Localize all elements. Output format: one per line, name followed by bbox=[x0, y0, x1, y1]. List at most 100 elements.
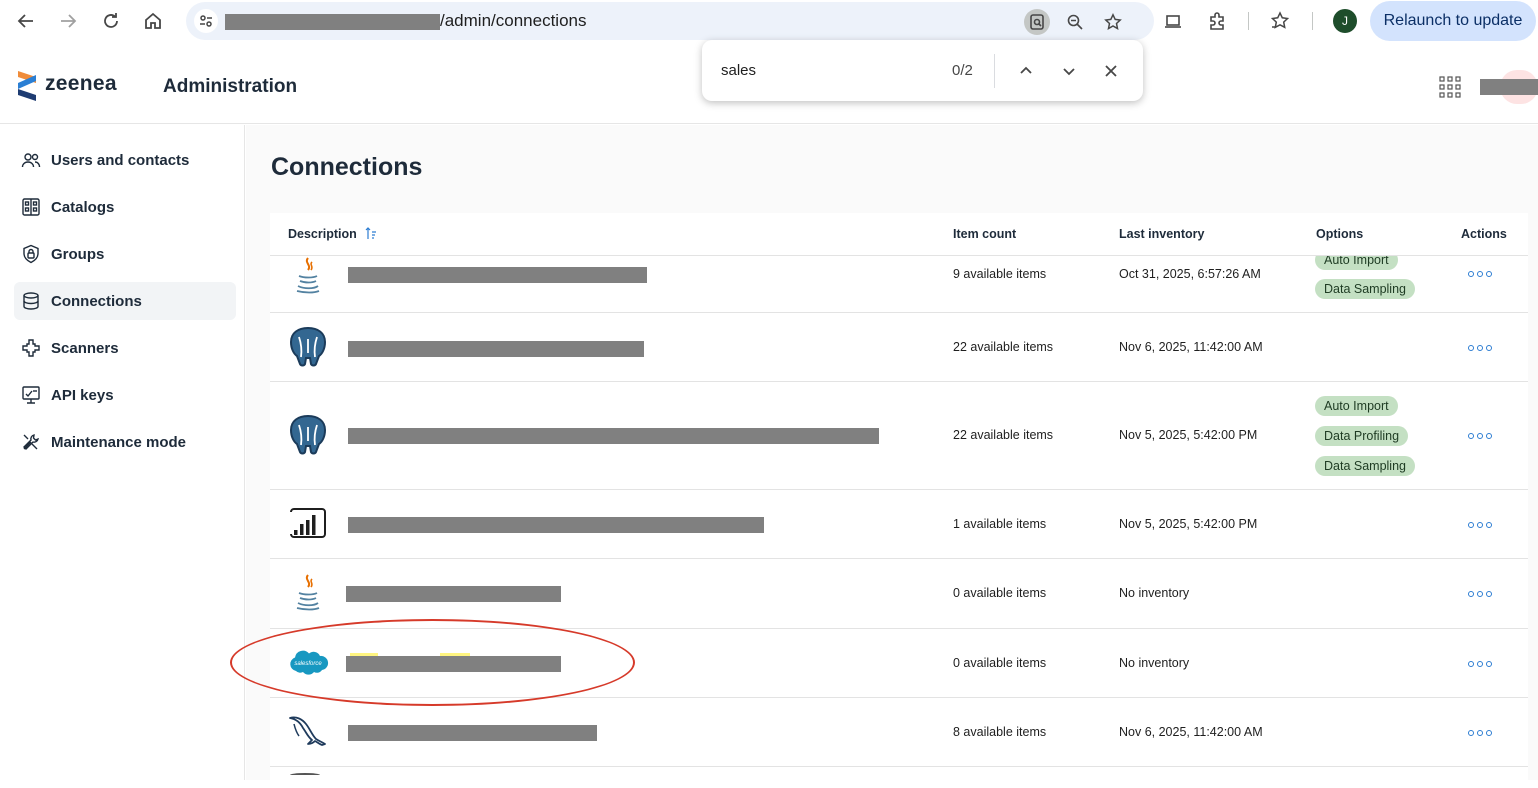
table-row[interactable]: 9 available items Oct 31, 2025, 6:57:26 … bbox=[270, 250, 1528, 313]
column-header-item-count[interactable]: Item count bbox=[953, 227, 1016, 241]
last-inventory: Nov 5, 2025, 5:42:00 PM bbox=[1119, 428, 1258, 442]
connections-table: Description Item count Last inventory Op… bbox=[270, 213, 1528, 780]
table-row[interactable]: 1 available items Nov 5, 2025, 5:42:00 P… bbox=[270, 490, 1528, 559]
sidebar-item-label: Catalogs bbox=[51, 199, 115, 216]
toolbar-divider bbox=[1248, 12, 1249, 30]
connection-icon-partial bbox=[290, 773, 320, 777]
address-bar[interactable]: /admin/connections bbox=[186, 2, 1154, 40]
row-actions-menu[interactable] bbox=[1468, 521, 1492, 529]
option-badge: Data Profiling bbox=[1315, 426, 1409, 446]
item-count: 22 available items bbox=[953, 340, 1054, 354]
option-badge: Auto Import bbox=[1315, 396, 1398, 416]
reload-button[interactable] bbox=[99, 9, 123, 33]
chevron-down-icon bbox=[1063, 68, 1075, 76]
last-inventory: Oct 31, 2025, 6:57:26 AM bbox=[1119, 267, 1261, 281]
back-button[interactable] bbox=[14, 9, 38, 33]
relaunch-button[interactable]: Relaunch to update bbox=[1370, 1, 1536, 41]
power-bi-icon bbox=[290, 508, 326, 538]
find-match-count: 0/2 bbox=[952, 62, 973, 79]
forward-button[interactable] bbox=[56, 9, 80, 33]
zoom-icon[interactable] bbox=[1062, 9, 1088, 35]
sidebar-item-label: Groups bbox=[51, 246, 105, 263]
user-name-redacted bbox=[1480, 79, 1538, 95]
last-inventory: No inventory bbox=[1119, 656, 1190, 670]
sidebar-item-catalogs[interactable]: Catalogs bbox=[14, 188, 236, 226]
find-previous-button[interactable] bbox=[1014, 59, 1038, 83]
sidebar-item-api-keys[interactable]: API keys bbox=[14, 376, 236, 414]
scanner-icon bbox=[22, 339, 40, 357]
connection-name-redacted bbox=[348, 428, 879, 444]
row-actions-menu[interactable] bbox=[1468, 660, 1492, 668]
groups-icon bbox=[23, 244, 39, 264]
row-actions-menu[interactable] bbox=[1468, 590, 1492, 598]
arrow-left-icon bbox=[17, 14, 33, 28]
sort-ascending-icon[interactable] bbox=[365, 226, 377, 240]
url-redacted bbox=[225, 14, 440, 30]
find-divider bbox=[994, 54, 995, 88]
bookmarks-icon[interactable] bbox=[1267, 8, 1293, 34]
main-content: Connections Description Item count Last … bbox=[246, 125, 1538, 780]
table-row[interactable]: 0 available items No inventory bbox=[270, 559, 1528, 629]
salesforce-icon: salesforce bbox=[290, 650, 329, 675]
sidebar-item-users[interactable]: Users and contacts bbox=[14, 141, 236, 179]
option-badge: Data Sampling bbox=[1315, 279, 1415, 299]
sidebar: Users and contacts Catalogs Groups Conne… bbox=[0, 125, 245, 780]
profile-avatar[interactable]: J bbox=[1333, 9, 1357, 33]
item-count: 1 available items bbox=[953, 517, 1047, 531]
table-row[interactable]: 22 available items Nov 6, 2025, 11:42:00… bbox=[270, 313, 1528, 382]
home-button[interactable] bbox=[141, 9, 165, 33]
sidebar-item-scanners[interactable]: Scanners bbox=[14, 329, 236, 367]
java-icon bbox=[296, 257, 320, 294]
site-settings-icon[interactable] bbox=[194, 9, 218, 33]
sidebar-item-connections[interactable]: Connections bbox=[14, 282, 236, 320]
bookmark-star-icon[interactable] bbox=[1100, 9, 1126, 35]
connection-name-redacted bbox=[348, 725, 597, 741]
sidebar-item-groups[interactable]: Groups bbox=[14, 235, 236, 273]
sidebar-item-label: Scanners bbox=[51, 340, 119, 357]
brand-name: zeenea bbox=[45, 72, 117, 95]
item-count: 0 available items bbox=[953, 586, 1047, 600]
table-row[interactable]: salesforce 0 available items No inventor… bbox=[270, 629, 1528, 698]
row-actions-menu[interactable] bbox=[1468, 432, 1492, 440]
url-path: /admin/connections bbox=[440, 11, 587, 30]
find-next-button[interactable] bbox=[1057, 59, 1081, 83]
zeenea-logo-icon[interactable] bbox=[16, 69, 38, 103]
row-actions-menu[interactable] bbox=[1468, 729, 1492, 737]
item-count: 9 available items bbox=[953, 267, 1047, 281]
row-actions-menu[interactable] bbox=[1468, 344, 1492, 352]
postgresql-icon bbox=[289, 326, 327, 367]
catalogs-icon bbox=[22, 198, 40, 216]
item-count: 0 available items bbox=[953, 656, 1047, 670]
toolbar-divider bbox=[1312, 12, 1313, 30]
database-icon bbox=[23, 292, 39, 310]
find-bar: sales 0/2 bbox=[702, 40, 1143, 101]
connection-name-redacted bbox=[348, 517, 764, 533]
java-icon bbox=[296, 574, 320, 611]
sidebar-item-maintenance[interactable]: Maintenance mode bbox=[14, 423, 236, 461]
column-header-description[interactable]: Description bbox=[288, 227, 357, 241]
connection-name-redacted bbox=[348, 267, 647, 283]
row-actions-menu[interactable] bbox=[1468, 270, 1492, 278]
find-in-page-icon[interactable] bbox=[1024, 9, 1050, 35]
mysql-icon bbox=[289, 716, 326, 746]
table-row[interactable]: 8 available items Nov 6, 2025, 11:42:00 … bbox=[270, 698, 1528, 767]
last-inventory: Nov 6, 2025, 11:42:00 AM bbox=[1119, 340, 1263, 354]
api-key-icon bbox=[22, 386, 40, 404]
table-row[interactable]: 22 available items Nov 5, 2025, 5:42:00 … bbox=[270, 382, 1528, 490]
table-header: Description Item count Last inventory Op… bbox=[270, 213, 1528, 256]
find-close-button[interactable] bbox=[1099, 59, 1123, 83]
connection-name-redacted bbox=[346, 586, 561, 602]
last-inventory: Nov 6, 2025, 11:42:00 AM bbox=[1119, 725, 1263, 739]
connection-name-redacted bbox=[346, 656, 561, 672]
salesforce-logo-text: salesforce bbox=[294, 661, 322, 667]
find-input[interactable]: sales bbox=[721, 62, 756, 79]
table-row[interactable] bbox=[270, 767, 1528, 780]
extensions-icon[interactable] bbox=[1204, 8, 1230, 34]
cast-icon[interactable] bbox=[1160, 8, 1186, 34]
app-launcher-icon[interactable] bbox=[1438, 75, 1462, 99]
option-badge: Data Sampling bbox=[1315, 456, 1415, 476]
page-title: Connections bbox=[271, 153, 423, 181]
close-icon bbox=[1105, 65, 1117, 77]
reload-icon bbox=[104, 13, 118, 28]
column-header-last-inventory[interactable]: Last inventory bbox=[1119, 227, 1204, 241]
